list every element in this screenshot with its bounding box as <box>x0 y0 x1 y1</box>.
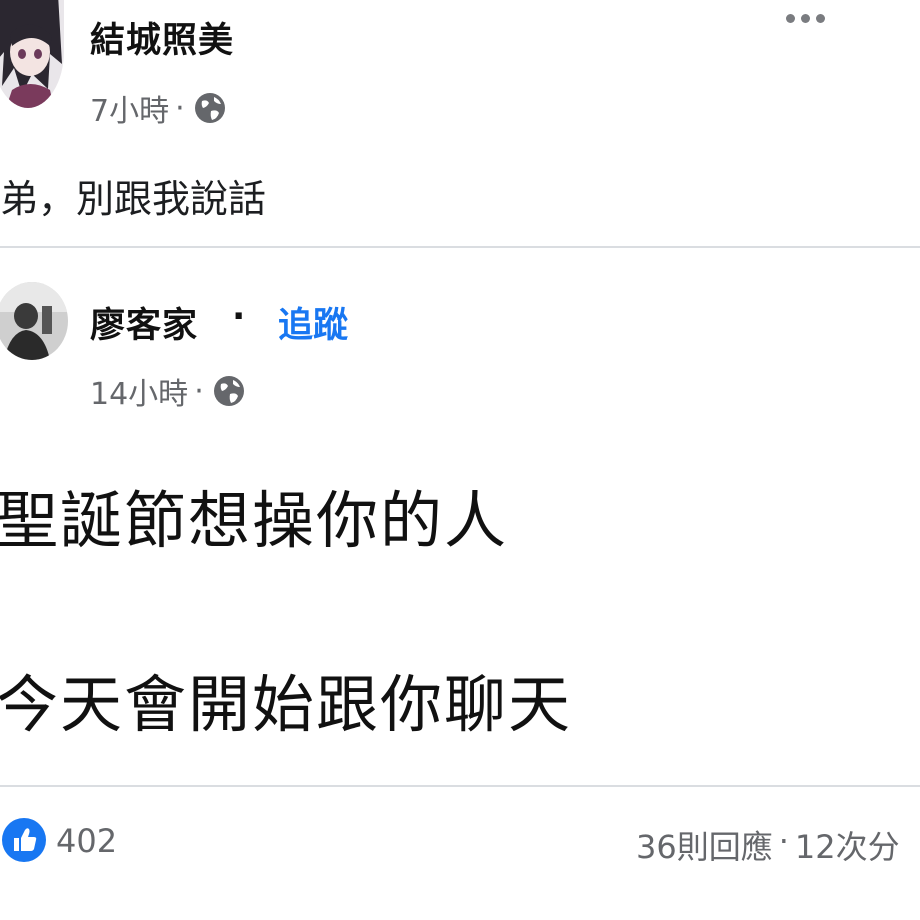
stats-separator: · <box>778 822 789 860</box>
facebook-post-screenshot: 結城照美 7小時 · 弟，別跟我說話 廖客家 · 追蹤 14小時 · 聖誕節想操… <box>0 0 920 920</box>
follow-separator: · <box>232 297 246 337</box>
photo-avatar-image <box>0 282 68 360</box>
author-name[interactable]: 結城照美 <box>90 12 234 63</box>
more-dot <box>816 14 825 23</box>
more-dot <box>801 14 810 23</box>
globe-icon <box>193 91 227 125</box>
post-meta: 7小時 · <box>90 86 227 130</box>
shared-author-avatar[interactable] <box>0 282 68 360</box>
anime-avatar-image <box>0 0 64 108</box>
more-options-icon[interactable] <box>786 14 825 23</box>
post-body-text: 弟，別跟我說話 <box>0 177 267 221</box>
like-icon[interactable] <box>2 818 46 862</box>
like-count[interactable]: 402 <box>56 822 117 860</box>
globe-icon <box>212 374 246 408</box>
meta-separator: · <box>194 373 204 409</box>
share-count[interactable]: 12次分 <box>795 822 900 868</box>
comment-count[interactable]: 36則回應 <box>636 822 773 868</box>
shared-post-meta: 14小時 · <box>90 369 246 413</box>
divider <box>0 246 920 248</box>
shared-post-line: 聖誕節想操你的人 <box>0 484 509 557</box>
meta-separator: · <box>175 90 185 126</box>
follow-link[interactable]: 追蹤 <box>278 297 348 348</box>
more-dot <box>786 14 795 23</box>
divider <box>0 785 920 787</box>
shared-post-time[interactable]: 14小時 <box>90 369 188 413</box>
shared-author-name[interactable]: 廖客家 <box>90 297 198 348</box>
engagement-stats: 36則回應 · 12次分 <box>636 822 900 868</box>
author-avatar[interactable] <box>0 0 64 108</box>
post-time[interactable]: 7小時 <box>90 86 169 130</box>
shared-post-line: 今天會開始跟你聊天 <box>0 668 573 741</box>
